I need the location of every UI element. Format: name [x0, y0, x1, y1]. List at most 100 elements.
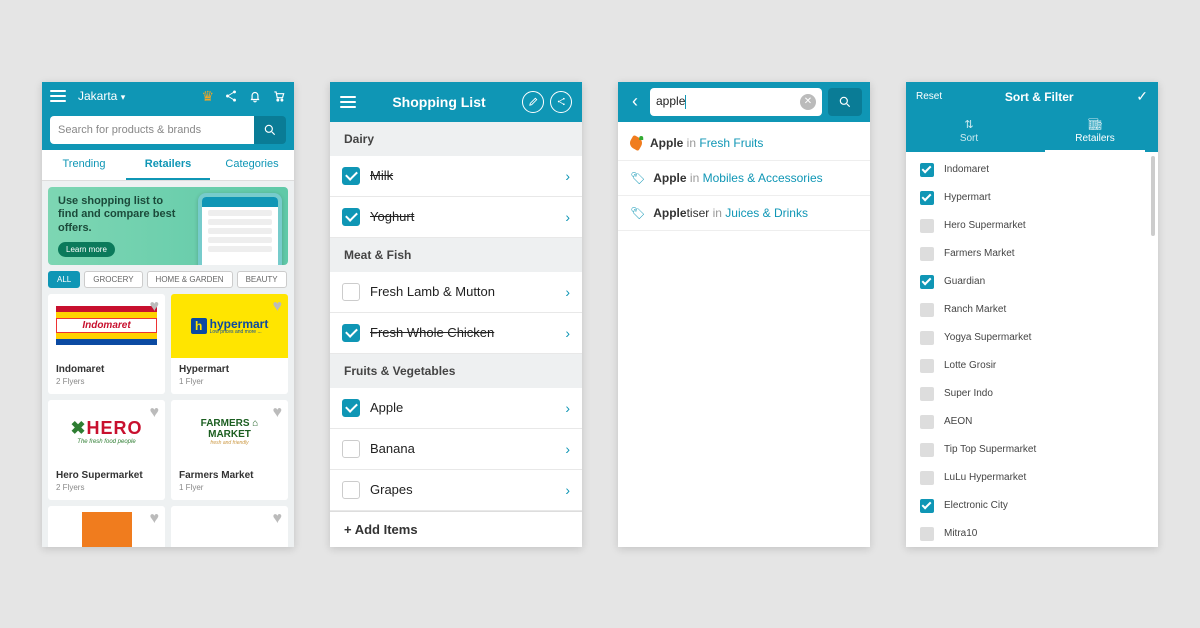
- retailer-filter-row[interactable]: Super Indo: [906, 380, 1158, 408]
- chip-grocery[interactable]: GROCERY: [84, 271, 142, 288]
- retailer-filter-row[interactable]: Hypermart: [906, 184, 1158, 212]
- heart-icon[interactable]: ♥: [273, 404, 283, 422]
- checkbox[interactable]: [342, 283, 360, 301]
- scrollbar-thumb[interactable]: [1151, 156, 1155, 236]
- retailer-card[interactable]: ♥: [48, 506, 165, 547]
- checkbox[interactable]: [920, 163, 934, 177]
- clear-icon[interactable]: ✕: [800, 94, 816, 110]
- tab-retailers[interactable]: 🏬︎Retailers: [1032, 112, 1158, 152]
- search-input[interactable]: apple ✕: [650, 88, 822, 116]
- tab-retailers[interactable]: Retailers: [126, 150, 210, 180]
- list-item[interactable]: Fresh Whole Chicken›: [330, 313, 582, 354]
- retailer-logo-hero: ✖HEROThe fresh food people: [48, 400, 165, 464]
- heart-icon[interactable]: ♥: [150, 404, 160, 422]
- chip-beauty[interactable]: BEAUTY: [237, 271, 287, 288]
- chip-home-garden[interactable]: HOME & GARDEN: [147, 271, 233, 288]
- retailer-filter-row[interactable]: Indomaret: [906, 156, 1158, 184]
- checkbox[interactable]: [920, 359, 934, 373]
- checkbox[interactable]: [920, 415, 934, 429]
- search-suggestion[interactable]: 🏷︎Appletiser in Juices & Drinks: [618, 196, 870, 231]
- retailer-filter-row[interactable]: Guardian: [906, 268, 1158, 296]
- checkbox[interactable]: [342, 208, 360, 226]
- add-items-button[interactable]: + Add Items: [330, 511, 582, 547]
- retailer-filter-row[interactable]: Electronic City: [906, 492, 1158, 520]
- edit-icon[interactable]: [522, 91, 544, 113]
- heart-icon[interactable]: ♥: [150, 298, 160, 316]
- retailer-filter-row[interactable]: Mitra10: [906, 520, 1158, 547]
- search-suggestion[interactable]: Apple in Fresh Fruits: [618, 126, 870, 161]
- retailer-filter-row[interactable]: Ranch Market: [906, 296, 1158, 324]
- retailer-card[interactable]: ♥ Indomaret Indomaret2 Flyers: [48, 294, 165, 394]
- list-item[interactable]: Apple›: [330, 388, 582, 429]
- list-item[interactable]: Grapes›: [330, 470, 582, 511]
- checkbox[interactable]: [342, 324, 360, 342]
- promo-banner[interactable]: Use shopping list to find and compare be…: [48, 187, 288, 265]
- retailer-filter-row[interactable]: Hero Supermarket: [906, 212, 1158, 240]
- retailer-name: Hero Supermarket: [56, 470, 157, 481]
- screen-home: Jakarta ▾ ♛ Search for products & brands…: [42, 82, 294, 547]
- bell-icon[interactable]: [248, 89, 262, 103]
- banner-cta[interactable]: Learn more: [58, 242, 115, 257]
- share-icon[interactable]: [550, 91, 572, 113]
- retailer-name: Yogya Supermarket: [944, 332, 1031, 343]
- search-input[interactable]: Search for products & brands: [50, 116, 254, 144]
- checkbox[interactable]: [920, 303, 934, 317]
- menu-icon[interactable]: [50, 90, 66, 102]
- back-icon[interactable]: ‹: [626, 91, 644, 112]
- retailer-filter-row[interactable]: Tip Top Supermarket: [906, 436, 1158, 464]
- checkbox[interactable]: [920, 275, 934, 289]
- checkbox[interactable]: [920, 331, 934, 345]
- share-icon[interactable]: [224, 89, 238, 103]
- reset-button[interactable]: Reset: [916, 91, 942, 102]
- retailer-name: Tip Top Supermarket: [944, 444, 1036, 455]
- heart-icon[interactable]: ♥: [273, 510, 283, 528]
- item-label: Apple: [370, 400, 555, 415]
- retailer-filter-row[interactable]: Farmers Market: [906, 240, 1158, 268]
- search-button[interactable]: [828, 88, 862, 116]
- retailer-filter-row[interactable]: LuLu Hypermarket: [906, 464, 1158, 492]
- tab-categories[interactable]: Categories: [210, 150, 294, 180]
- list-item[interactable]: Milk›: [330, 156, 582, 197]
- checkbox[interactable]: [342, 399, 360, 417]
- search-suggestions: Apple in Fresh Fruits🏷︎Apple in Mobiles …: [618, 122, 870, 235]
- retailer-filter-row[interactable]: AEON: [906, 408, 1158, 436]
- search-button[interactable]: [254, 116, 286, 144]
- category-header: Dairy: [330, 122, 582, 156]
- checkbox[interactable]: [920, 191, 934, 205]
- checkbox[interactable]: [920, 471, 934, 485]
- menu-icon[interactable]: [340, 96, 356, 108]
- chip-all[interactable]: ALL: [48, 271, 80, 288]
- list-item[interactable]: Yoghurt›: [330, 197, 582, 238]
- checkbox[interactable]: [920, 219, 934, 233]
- tab-trending[interactable]: Trending: [42, 150, 126, 180]
- heart-icon[interactable]: ♥: [150, 510, 160, 528]
- retailer-filter-row[interactable]: Lotte Grosir: [906, 352, 1158, 380]
- retailer-logo-hypermart: hhypermartLow prices and more ...: [171, 294, 288, 358]
- apply-icon[interactable]: ✓: [1136, 88, 1148, 105]
- checkbox[interactable]: [920, 527, 934, 541]
- retailer-card[interactable]: ♥: [171, 506, 288, 547]
- retailer-name: Indomaret: [944, 164, 989, 175]
- crown-icon[interactable]: ♛: [201, 89, 214, 103]
- cart-icon[interactable]: [272, 89, 286, 103]
- location-selector[interactable]: Jakarta ▾: [74, 89, 193, 103]
- retailer-card[interactable]: ♥ ✖HEROThe fresh food people Hero Superm…: [48, 400, 165, 500]
- checkbox[interactable]: [920, 443, 934, 457]
- checkbox[interactable]: [342, 167, 360, 185]
- search-suggestion[interactable]: 🏷︎Apple in Mobiles & Accessories: [618, 161, 870, 196]
- retailer-card[interactable]: ♥ FARMERS ⌂ MARKETfresh and friendly Far…: [171, 400, 288, 500]
- checkbox[interactable]: [920, 499, 934, 513]
- retailer-card[interactable]: ♥ hhypermartLow prices and more ... Hype…: [171, 294, 288, 394]
- checkbox[interactable]: [920, 387, 934, 401]
- suggestion-text: Appletiser in Juices & Drinks: [653, 206, 808, 220]
- checkbox[interactable]: [342, 440, 360, 458]
- heart-icon[interactable]: ♥: [273, 298, 283, 316]
- chevron-right-icon: ›: [565, 325, 570, 341]
- checkbox[interactable]: [342, 481, 360, 499]
- list-item[interactable]: Banana›: [330, 429, 582, 470]
- checkbox[interactable]: [920, 247, 934, 261]
- chevron-down-icon: ▾: [121, 92, 126, 102]
- list-item[interactable]: Fresh Lamb & Mutton›: [330, 272, 582, 313]
- tab-sort[interactable]: ⇅Sort: [906, 112, 1032, 152]
- retailer-filter-row[interactable]: Yogya Supermarket: [906, 324, 1158, 352]
